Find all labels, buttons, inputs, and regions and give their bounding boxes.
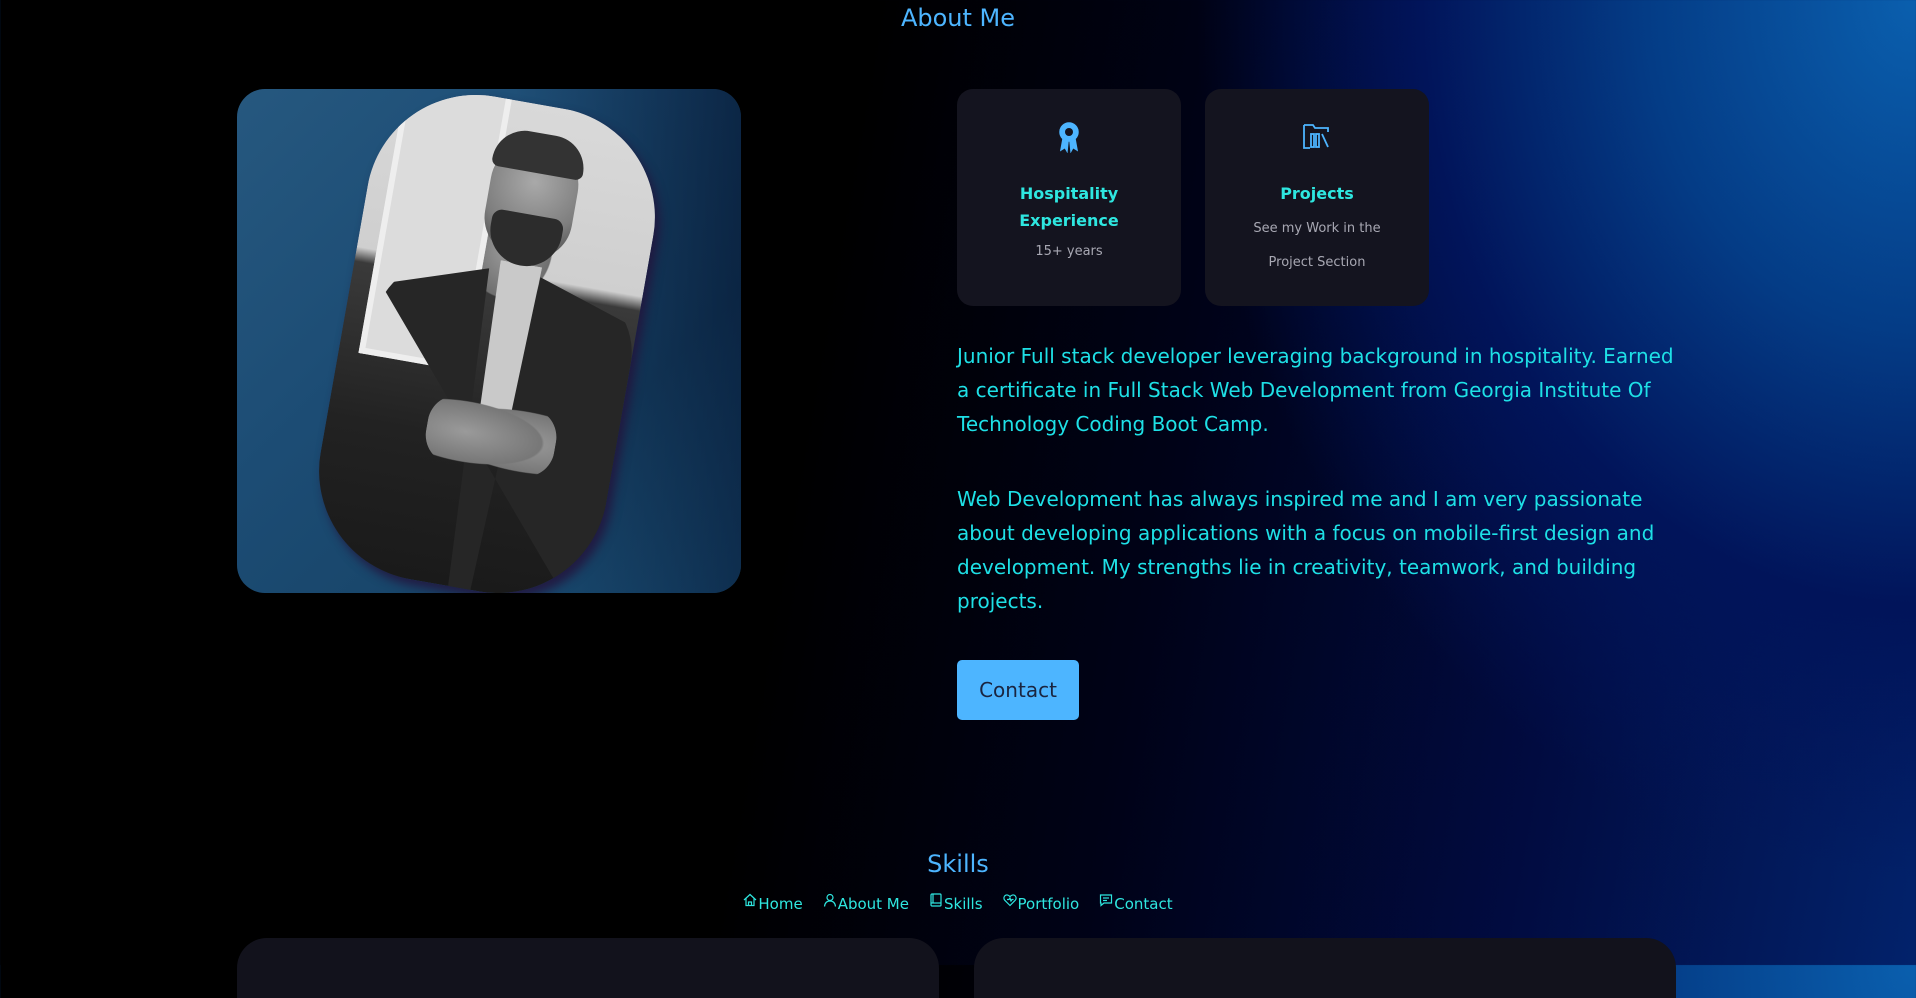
nav-item-label: Portfolio (1017, 895, 1080, 913)
projects-card-title: Projects (1280, 184, 1354, 203)
award-icon (957, 121, 1181, 153)
skills-section-title: Skills (927, 850, 989, 878)
nav-item-contact[interactable]: Contact (1099, 890, 1173, 918)
contact-button[interactable]: Contact (957, 660, 1079, 720)
experience-card-title: Hospitality Experience (1019, 184, 1119, 230)
about-image-frame (237, 89, 741, 593)
nav-item-label: Contact (1114, 895, 1173, 913)
heart-icon (1002, 894, 1017, 907)
nav-item-skills[interactable]: Skills (929, 890, 983, 918)
about-paragraph-intro: Junior Full stack developer leveraging b… (957, 344, 1674, 436)
experience-card: Hospitality Experience 15+ years (957, 89, 1181, 306)
skills-card-backend (974, 938, 1676, 998)
about-section-title: About Me (900, 4, 1016, 32)
projects-card-text: See my Work in the Project Section (1253, 221, 1381, 270)
projects-card: Projects See my Work in the Project Sect… (1205, 89, 1429, 306)
home-icon (743, 893, 757, 907)
nav-item-home[interactable]: Home (743, 890, 803, 918)
floating-nav: Home About Me Skills Portfolio Contact (0, 890, 1916, 918)
experience-card-text: 15+ years (1035, 244, 1103, 259)
nav-item-label: Home (758, 895, 803, 913)
nav-item-about[interactable]: About Me (823, 890, 909, 918)
book-icon (930, 893, 942, 907)
nav-item-label: Skills (943, 895, 983, 913)
nav-item-portfolio[interactable]: Portfolio (1002, 890, 1080, 918)
user-icon (823, 893, 836, 907)
profile-photo (301, 89, 673, 593)
folder-library-icon (1205, 121, 1429, 153)
message-icon (1100, 894, 1113, 907)
nav-item-label: About Me (837, 895, 909, 913)
about-paragraph-passion: Web Development has always inspired me a… (957, 487, 1655, 613)
skills-card-frontend (237, 938, 939, 998)
